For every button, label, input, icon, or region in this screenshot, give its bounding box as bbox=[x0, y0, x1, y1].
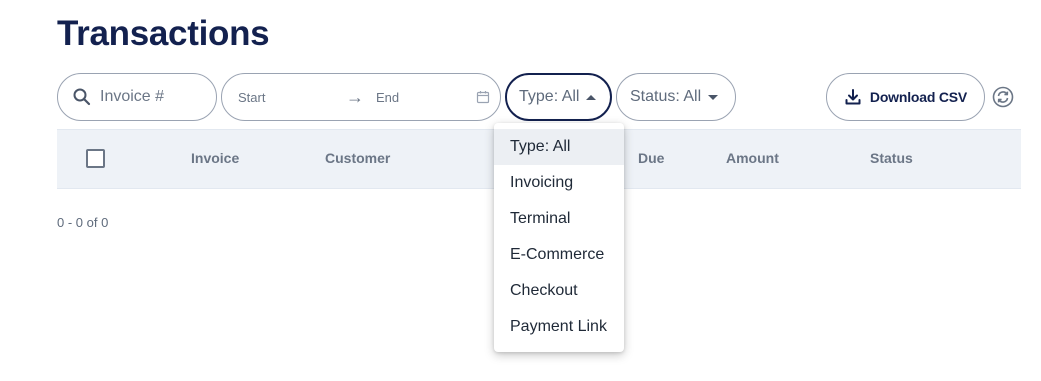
column-header-customer[interactable]: Customer bbox=[325, 150, 390, 166]
menu-item-terminal[interactable]: Terminal bbox=[494, 201, 624, 237]
status-filter-label: Status: All bbox=[630, 88, 702, 105]
pagination-summary: 0 - 0 of 0 bbox=[57, 215, 109, 230]
column-header-status[interactable]: Status bbox=[870, 150, 913, 166]
arrow-right-icon: → bbox=[346, 86, 364, 107]
type-filter-label: Type: All bbox=[519, 88, 580, 105]
select-all-checkbox[interactable] bbox=[86, 149, 105, 168]
type-filter-select[interactable]: Type: All bbox=[505, 73, 612, 121]
date-start-input[interactable]: Start bbox=[238, 90, 346, 105]
date-range-picker[interactable]: Start → End bbox=[221, 73, 501, 121]
download-csv-label: Download CSV bbox=[869, 89, 968, 105]
calendar-icon[interactable] bbox=[476, 90, 490, 104]
search-input[interactable]: Invoice # bbox=[57, 73, 217, 121]
date-end-input[interactable]: End bbox=[376, 90, 476, 105]
menu-item-invoicing[interactable]: Invoicing bbox=[494, 165, 624, 201]
download-csv-button[interactable]: Download CSV bbox=[826, 73, 985, 121]
menu-item-type-all[interactable]: Type: All bbox=[494, 129, 624, 165]
caret-up-icon bbox=[586, 94, 597, 100]
refresh-icon[interactable] bbox=[992, 86, 1014, 108]
status-filter-select[interactable]: Status: All bbox=[616, 73, 736, 121]
menu-item-payment-link[interactable]: Payment Link bbox=[494, 309, 624, 345]
type-dropdown-menu: Type: All Invoicing Terminal E-Commerce … bbox=[494, 123, 624, 352]
menu-item-e-commerce[interactable]: E-Commerce bbox=[494, 237, 624, 273]
page-title: Transactions bbox=[57, 14, 270, 53]
menu-item-checkout[interactable]: Checkout bbox=[494, 273, 624, 309]
search-icon bbox=[72, 87, 92, 107]
column-header-invoice[interactable]: Invoice bbox=[191, 150, 239, 166]
column-header-amount[interactable]: Amount bbox=[726, 150, 779, 166]
search-placeholder: Invoice # bbox=[100, 88, 165, 105]
caret-down-icon bbox=[708, 94, 719, 100]
column-header-due[interactable]: Due bbox=[638, 150, 664, 166]
download-icon bbox=[844, 88, 862, 106]
